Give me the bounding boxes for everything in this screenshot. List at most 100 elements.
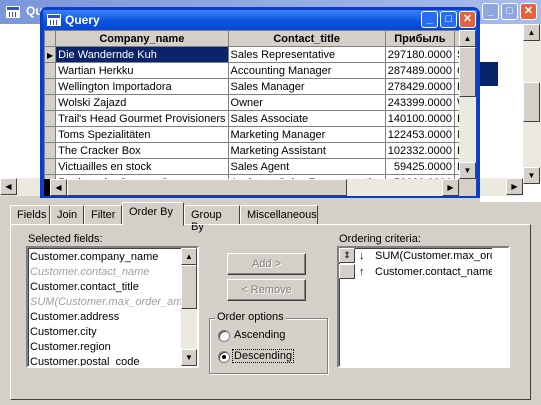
scroll-up-icon[interactable]: ▲ xyxy=(523,24,540,41)
cell-title[interactable]: Sales Representative xyxy=(227,46,386,63)
cell-profit[interactable]: 287489.0000 xyxy=(384,62,456,79)
query-maximize-icon[interactable]: □ xyxy=(440,11,457,28)
table-row[interactable]: Wellington Importadora Sales Manager 278… xyxy=(44,78,476,95)
grid-corner xyxy=(44,30,57,47)
tab-fields[interactable]: Fields xyxy=(10,205,50,225)
close-icon[interactable]: ✕ xyxy=(520,3,537,20)
table-row[interactable]: Victuailles en stock Sales Agent 59425.0… xyxy=(44,158,476,175)
descending-radio[interactable] xyxy=(218,351,230,363)
cell-profit[interactable]: 297180.0000 xyxy=(384,46,456,63)
cell-profit[interactable]: 122453.0000 xyxy=(384,126,456,143)
list-item[interactable]: Customer.address xyxy=(28,310,197,325)
minimize-icon[interactable]: _ xyxy=(482,3,499,20)
ordering-criteria-list[interactable]: ⇕ ↓ SUM(Customer.max_order_amt) ↑ Custom… xyxy=(337,246,510,368)
selected-fields-scrollbar[interactable]: ▲ ▼ xyxy=(181,248,197,366)
tab-order-by[interactable]: Order By xyxy=(122,202,184,226)
add-button[interactable]: Add > xyxy=(227,253,306,275)
cell-company[interactable]: Trail's Head Gourmet Provisioners xyxy=(55,110,229,127)
current-row-indicator-icon[interactable]: ▶ xyxy=(44,46,57,63)
table-row[interactable]: ▶ Die Wandernde Kuh Sales Representative… xyxy=(44,46,476,63)
tab-filter[interactable]: Filter xyxy=(84,205,122,225)
cell-profit[interactable]: 278429.0000 xyxy=(384,78,456,95)
grid-vertical-scrollbar[interactable]: ▲ ▼ xyxy=(459,30,476,179)
scroll-thumb[interactable] xyxy=(523,82,540,122)
grid-vscroll-thumb[interactable] xyxy=(459,47,476,97)
order-options-label: Order options xyxy=(215,311,286,323)
background-vertical-scrollbar[interactable]: ▲ ▼ xyxy=(523,24,541,184)
list-item[interactable]: Customer.postal_code xyxy=(28,355,197,366)
cell-profit[interactable]: 140100.0000 xyxy=(384,110,456,127)
row-indicator[interactable] xyxy=(44,142,57,159)
cell-profit[interactable]: 243399.0000 xyxy=(384,94,456,111)
grid-header-row: Company_name Contact_title Прибыль City xyxy=(44,30,476,47)
cell-company[interactable]: Victuailles en stock xyxy=(55,158,229,175)
query-minimize-icon[interactable]: _ xyxy=(421,11,438,28)
criteria-right-edge xyxy=(492,248,508,366)
tab-join[interactable]: Join xyxy=(50,205,84,225)
column-header-profit[interactable]: Прибыль xyxy=(384,30,456,47)
scroll-left-icon[interactable]: ◀ xyxy=(0,178,17,195)
list-item[interactable]: SUM(Customer.max_order_amt) xyxy=(28,295,197,310)
results-grid[interactable]: Company_name Contact_title Прибыль City … xyxy=(44,30,476,196)
tab-miscellaneous[interactable]: Miscellaneous xyxy=(240,205,318,225)
descending-label[interactable]: Descending xyxy=(232,349,295,363)
cell-company[interactable]: Die Wandernde Kuh xyxy=(55,46,229,63)
list-scroll-up-icon[interactable]: ▲ xyxy=(181,248,197,265)
list-item[interactable]: Customer.city xyxy=(28,325,197,340)
selected-fields-list[interactable]: Customer.company_name Customer.contact_n… xyxy=(26,246,199,368)
cell-profit[interactable]: 59425.0000 xyxy=(384,158,456,175)
row-indicator[interactable] xyxy=(44,62,57,79)
cell-title[interactable]: Marketing Manager xyxy=(227,126,386,143)
tab-group-by[interactable]: Group By xyxy=(184,205,240,233)
table-row[interactable]: Toms Spezialitäten Marketing Manager 122… xyxy=(44,126,476,143)
maximize-icon[interactable]: □ xyxy=(501,3,518,20)
grid-horizontal-scrollbar[interactable]: ◀ ▶ xyxy=(44,179,459,196)
remove-button[interactable]: < Remove xyxy=(227,279,306,301)
list-item[interactable]: ⇕ ↓ SUM(Customer.max_order_amt) xyxy=(339,248,508,264)
ascending-label[interactable]: Ascending xyxy=(234,329,285,341)
row-indicator[interactable] xyxy=(44,110,57,127)
cell-title[interactable]: Accounting Manager xyxy=(227,62,386,79)
list-item[interactable]: Customer.region xyxy=(28,340,197,355)
table-row[interactable]: Wolski Zajazd Owner 243399.0000 Warsz xyxy=(44,94,476,111)
grid-scroll-right-icon[interactable]: ▶ xyxy=(442,179,459,196)
table-row[interactable]: Trail's Head Gourmet Provisioners Sales … xyxy=(44,110,476,127)
row-indicator xyxy=(339,264,355,279)
ascending-radio[interactable] xyxy=(218,330,230,342)
list-item[interactable]: ↑ Customer.contact_name xyxy=(339,264,495,280)
list-item[interactable]: Customer.contact_title xyxy=(28,280,197,295)
column-header-contact-title[interactable]: Contact_title xyxy=(227,30,386,47)
row-indicator[interactable] xyxy=(44,126,57,143)
table-row[interactable]: Wartian Herkku Accounting Manager 287489… xyxy=(44,62,476,79)
list-scroll-down-icon[interactable]: ▼ xyxy=(181,349,197,366)
cell-company[interactable]: Wartian Herkku xyxy=(55,62,229,79)
cell-company[interactable]: The Cracker Box xyxy=(55,142,229,159)
table-row[interactable]: The Cracker Box Marketing Assistant 1023… xyxy=(44,142,476,159)
query-close-icon[interactable]: ✕ xyxy=(459,11,476,28)
row-indicator[interactable] xyxy=(44,78,57,95)
cell-title[interactable]: Owner xyxy=(227,94,386,111)
scroll-right-icon[interactable]: ▶ xyxy=(506,178,523,195)
list-scroll-thumb[interactable] xyxy=(181,265,197,309)
list-item[interactable]: Customer.company_name xyxy=(28,250,197,265)
cell-profit[interactable]: 102332.0000 xyxy=(384,142,456,159)
grid-scroll-down-icon[interactable]: ▼ xyxy=(459,162,476,179)
cell-title[interactable]: Sales Manager xyxy=(227,78,386,95)
cell-company[interactable]: Wolski Zajazd xyxy=(55,94,229,111)
ordering-criteria-label: Ordering criteria: xyxy=(339,233,421,245)
scroll-down-icon[interactable]: ▼ xyxy=(523,167,540,184)
cell-title[interactable]: Sales Agent xyxy=(227,158,386,175)
column-header-company-name[interactable]: Company_name xyxy=(55,30,229,47)
row-indicator[interactable] xyxy=(44,158,57,175)
grid-scroll-up-icon[interactable]: ▲ xyxy=(459,30,476,47)
cell-title[interactable]: Marketing Assistant xyxy=(227,142,386,159)
criteria-text: Customer.contact_name xyxy=(375,266,495,278)
cell-title[interactable]: Sales Associate xyxy=(227,110,386,127)
list-item[interactable]: Customer.contact_name xyxy=(28,265,197,280)
query-window-titlebar[interactable] xyxy=(43,10,477,30)
row-indicator[interactable] xyxy=(44,94,57,111)
grid-scroll-left-icon[interactable]: ◀ xyxy=(50,179,67,196)
grid-hscroll-thumb[interactable] xyxy=(67,179,347,196)
cell-company[interactable]: Wellington Importadora xyxy=(55,78,229,95)
cell-company[interactable]: Toms Spezialitäten xyxy=(55,126,229,143)
